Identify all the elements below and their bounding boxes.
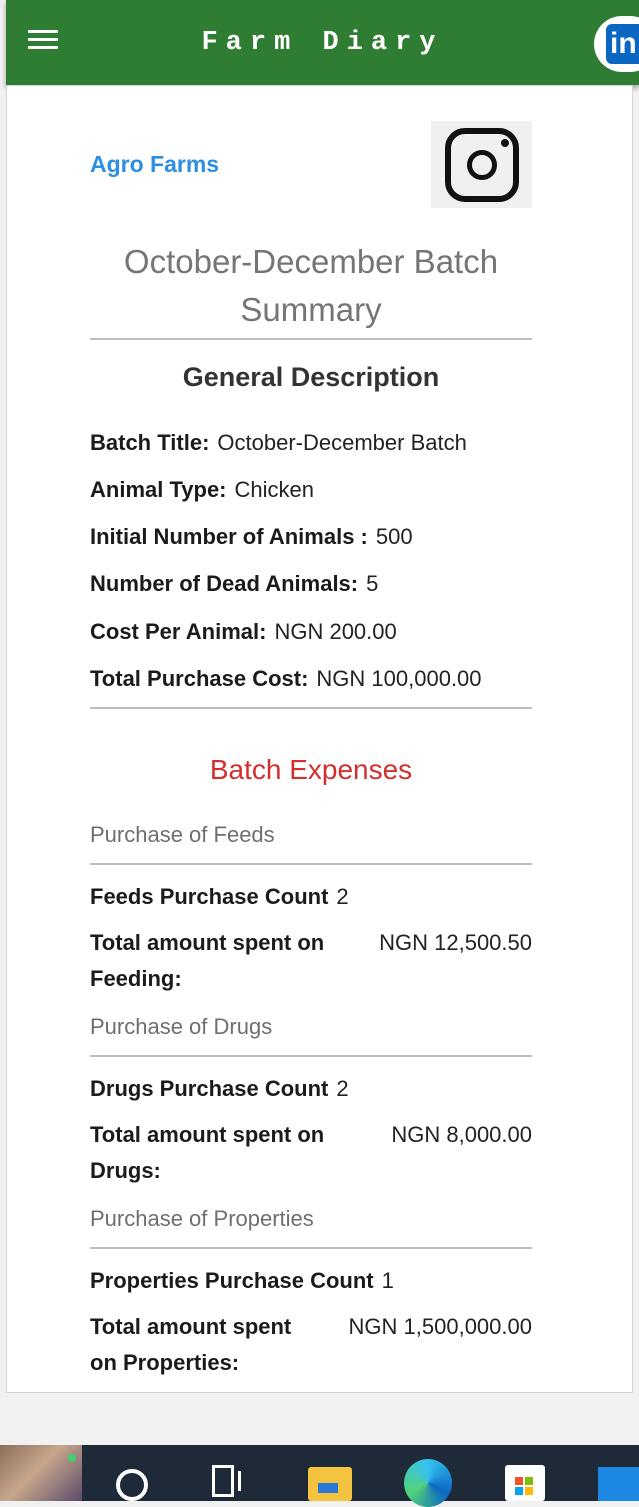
field-value: NGN 100,000.00 [316, 666, 482, 691]
field-label: Number of Dead Animals: [90, 571, 359, 596]
divider [90, 707, 532, 709]
total-value: NGN 12,500.50 [379, 930, 532, 955]
linkedin-icon: in [606, 24, 639, 64]
total-value: NGN 1,500,000.00 [348, 1314, 532, 1339]
field-value: NGN 200.00 [274, 619, 397, 644]
divider [90, 863, 532, 865]
count-label: Feeds Purchase Count [90, 884, 329, 909]
count-label: Properties Purchase Count [90, 1268, 374, 1293]
total-label: Total amount spent on Properties: [90, 1314, 292, 1375]
farm-name-link[interactable]: Agro Farms [90, 151, 219, 178]
field-value: 500 [375, 524, 413, 549]
app-title: Farm Diary [201, 28, 444, 58]
field-total-purchase-cost: Total Purchase Cost: NGN 100,000.00 [90, 666, 532, 692]
count-value: 2 [336, 884, 349, 909]
divider [90, 1247, 532, 1249]
field-label: Animal Type: [90, 477, 227, 502]
field-label: Batch Title: [90, 430, 210, 455]
drugs-purchase-count: Drugs Purchase Count 2 [90, 1076, 532, 1102]
search-icon[interactable] [116, 1469, 148, 1501]
profile-avatar[interactable]: in [594, 16, 639, 72]
divider [90, 338, 532, 340]
field-animal-type: Animal Type: Chicken [90, 477, 532, 503]
total-label: Total amount spent on Feeding: [90, 930, 325, 991]
field-label: Total Purchase Cost: [90, 666, 309, 691]
store-icon[interactable] [505, 1465, 545, 1501]
app-bar: Farm Diary in [6, 0, 639, 85]
total-label: Total amount spent on Drugs: [90, 1122, 325, 1183]
mail-icon[interactable] [598, 1467, 639, 1501]
start-wallpaper-icon[interactable] [0, 1445, 82, 1501]
drugs-total: Total amount spent on Drugs: NGN 8,000.0… [90, 1117, 532, 1189]
edge-browser-icon[interactable] [404, 1459, 452, 1507]
field-initial-number: Initial Number of Animals : 500 [90, 524, 532, 550]
count-label: Drugs Purchase Count [90, 1076, 329, 1101]
divider [90, 1055, 532, 1057]
field-cost-per-animal: Cost Per Animal: NGN 200.00 [90, 619, 532, 645]
properties-total: Total amount spent on Properties: NGN 1,… [90, 1309, 532, 1381]
field-batch-title: Batch Title: October-December Batch [90, 430, 532, 456]
feeds-subtitle: Purchase of Feeds [90, 822, 275, 847]
task-view-icon[interactable] [212, 1465, 242, 1497]
feeds-purchase-count: Feeds Purchase Count 2 [90, 884, 532, 910]
batch-summary-card: Agro Farms October-December Batch Summar… [6, 85, 633, 1393]
feeds-total: Total amount spent on Feeding: NGN 12,50… [90, 925, 532, 997]
taskbar [0, 1445, 639, 1507]
field-value: 5 [366, 571, 379, 596]
field-label: Cost Per Animal: [90, 619, 267, 644]
properties-subtitle: Purchase of Properties [90, 1206, 314, 1231]
count-value: 1 [381, 1268, 394, 1293]
file-explorer-icon[interactable] [308, 1467, 352, 1501]
field-dead-animals: Number of Dead Animals: 5 [90, 571, 532, 597]
page-title: October-December Batch Summary [123, 243, 499, 328]
count-value: 2 [336, 1076, 349, 1101]
properties-purchase-count: Properties Purchase Count 1 [90, 1268, 532, 1294]
general-description-heading: General Description [182, 362, 440, 392]
field-value: October-December Batch [217, 430, 467, 455]
instagram-icon[interactable] [431, 121, 532, 208]
batch-expenses-heading: Batch Expenses [209, 754, 413, 785]
field-value: Chicken [234, 477, 314, 502]
total-value: NGN 8,000.00 [391, 1122, 532, 1147]
drugs-subtitle: Purchase of Drugs [90, 1014, 273, 1039]
field-label: Initial Number of Animals : [90, 524, 368, 549]
